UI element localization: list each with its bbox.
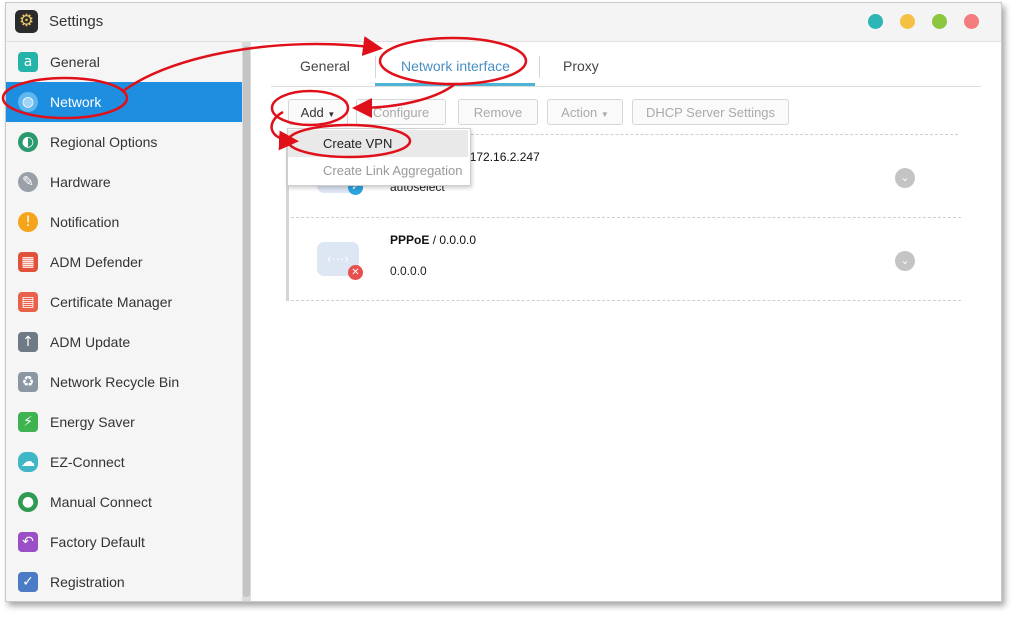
settings-window: ⚙ Settings a General ◍ Network ◐ Regiona…	[5, 2, 1002, 602]
energy-icon: ⚡	[18, 412, 38, 432]
close-button[interactable]	[964, 14, 979, 29]
recycle-bin-icon: ♻	[18, 372, 38, 392]
update-icon: ↑	[18, 332, 38, 352]
interface-sub: 0.0.0.0	[390, 264, 427, 278]
interface-name-label: PPPoE	[390, 233, 430, 247]
caret-down-icon: ▼	[327, 110, 336, 119]
sidebar-item-label: Energy Saver	[50, 414, 135, 430]
general-icon: a	[18, 52, 38, 72]
sidebar-item-adm-defender[interactable]: ▦ ADM Defender	[6, 242, 242, 282]
undo-icon: ↶	[18, 532, 38, 552]
sidebar-item-label: Certificate Manager	[50, 294, 173, 310]
regional-icon: ◐	[18, 132, 38, 152]
sidebar-item-label: ADM Defender	[50, 254, 143, 270]
tab-general[interactable]: General	[300, 58, 350, 74]
dhcp-server-settings-button[interactable]: DHCP Server Settings	[632, 99, 789, 125]
tab-network-interface[interactable]: Network interface	[401, 58, 510, 74]
sidebar-item-label: Notification	[50, 214, 120, 230]
cloud-icon: ☁	[18, 452, 38, 472]
sidebar-item-general[interactable]: a General	[6, 42, 242, 82]
action-button[interactable]: Action ▼	[547, 99, 623, 125]
window-title: Settings	[49, 13, 104, 30]
sidebar-item-label: Regional Options	[50, 134, 158, 150]
add-dropdown-menu: Create VPN Create Link Aggregation	[287, 128, 471, 186]
sidebar-item-label: Registration	[50, 574, 125, 590]
maximize-button[interactable]	[932, 14, 947, 29]
interface-address: / 172.16.2.247	[463, 150, 540, 164]
defender-icon: ▦	[18, 252, 38, 272]
sidebar-item-label: ADM Update	[50, 334, 131, 350]
sidebar-item-regional-options[interactable]: ◐ Regional Options	[6, 122, 242, 162]
sidebar-item-notification[interactable]: ! Notification	[6, 202, 242, 242]
minimize-button[interactable]	[900, 14, 915, 29]
sidebar-scroll-thumb[interactable]	[243, 46, 250, 597]
sidebar-item-label: EZ-Connect	[50, 454, 125, 470]
globe-icon: ◍	[18, 92, 38, 112]
add-button-label: Add	[300, 105, 324, 120]
hardware-icon: ✎	[18, 172, 38, 192]
certificate-icon: ▤	[18, 292, 38, 312]
sidebar-item-ez-connect[interactable]: ☁ EZ-Connect	[6, 442, 242, 482]
title-bar: ⚙ Settings	[6, 3, 1001, 42]
sidebar-item-factory-default[interactable]: ↶ Factory Default	[6, 522, 242, 562]
sidebar-item-network[interactable]: ◍ Network	[6, 82, 242, 122]
sidebar-item-network-recycle-bin[interactable]: ♻ Network Recycle Bin	[6, 362, 242, 402]
sidebar: a General ◍ Network ◐ Regional Options ✎…	[6, 42, 242, 601]
main-panel: General Network interface Proxy Add ▼ Co…	[251, 42, 1001, 601]
sidebar-item-label: Hardware	[50, 174, 111, 190]
teal-window-button[interactable]	[868, 14, 883, 29]
sidebar-item-label: Factory Default	[50, 534, 145, 550]
remove-button[interactable]: Remove	[458, 99, 538, 125]
notification-icon: !	[18, 212, 38, 232]
manual-connect-icon: ●	[18, 492, 38, 512]
settings-app-icon: ⚙	[15, 10, 38, 33]
sidebar-scrollbar[interactable]	[242, 42, 251, 601]
tab-proxy[interactable]: Proxy	[563, 58, 599, 74]
sidebar-item-registration[interactable]: ✓ Registration	[6, 562, 242, 601]
menu-item-create-link-aggregation[interactable]: Create Link Aggregation	[288, 157, 468, 184]
disconnected-x-icon: ✕	[348, 265, 363, 280]
sidebar-item-label: Network Recycle Bin	[50, 374, 180, 390]
sidebar-item-label: Network	[50, 94, 102, 110]
tab-divider	[375, 56, 376, 78]
tab-divider	[539, 56, 540, 78]
sidebar-item-adm-update[interactable]: ↑ ADM Update	[6, 322, 242, 362]
add-button[interactable]: Add ▼	[288, 99, 348, 125]
expand-chevron-icon[interactable]: ⌄	[895, 251, 915, 271]
menu-item-create-vpn[interactable]: Create VPN	[288, 130, 468, 157]
configure-button[interactable]: Configure	[356, 99, 446, 125]
sidebar-item-label: Manual Connect	[50, 494, 152, 510]
interface-row[interactable]: ‹···› ✕ PPPoE / 0.0.0.0 0.0.0.0 ⌄	[286, 218, 961, 301]
sidebar-item-label: General	[50, 54, 100, 70]
sidebar-item-hardware[interactable]: ✎ Hardware	[6, 162, 242, 202]
tabs-divider	[271, 86, 981, 87]
interface-address: / 0.0.0.0	[432, 233, 477, 247]
caret-down-icon: ▼	[600, 110, 609, 119]
sidebar-item-energy-saver[interactable]: ⚡ Energy Saver	[6, 402, 242, 442]
sidebar-item-manual-connect[interactable]: ● Manual Connect	[6, 482, 242, 522]
interface-name: PPPoE / 0.0.0.0	[390, 233, 476, 247]
expand-chevron-icon[interactable]: ⌄	[895, 168, 915, 188]
action-button-label: Action	[561, 105, 598, 120]
sidebar-item-certificate-manager[interactable]: ▤ Certificate Manager	[6, 282, 242, 322]
registration-icon: ✓	[18, 572, 38, 592]
